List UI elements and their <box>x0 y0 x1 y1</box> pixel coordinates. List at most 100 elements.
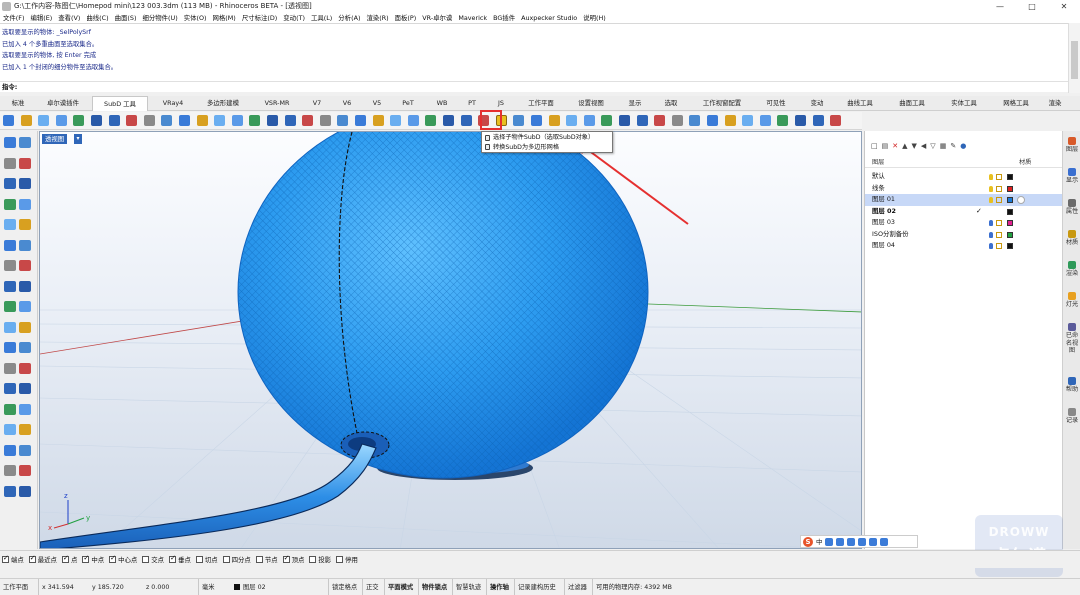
modeling-tool-icon[interactable] <box>19 342 31 353</box>
checkbox[interactable] <box>222 556 230 563</box>
subd-tool-icon[interactable] <box>355 115 366 126</box>
side-tab[interactable]: 记录 <box>1065 407 1079 425</box>
tab-js[interactable]: JS <box>492 96 510 111</box>
layer-color-swatch[interactable] <box>1007 185 1013 192</box>
subd-tool-icon[interactable] <box>531 115 542 126</box>
menu-curve[interactable]: 曲线(C) <box>86 13 108 22</box>
move-down-icon[interactable]: ▼ <box>912 142 917 150</box>
modeling-tool-icon[interactable] <box>19 403 31 415</box>
subd-tool-icon[interactable] <box>38 115 50 126</box>
command-prompt[interactable]: 指令: <box>0 81 1068 92</box>
layer-row[interactable]: 图层 01 <box>865 194 1062 206</box>
subd-tool-icon[interactable] <box>214 115 226 126</box>
layer-color-swatch[interactable] <box>1007 231 1013 238</box>
menu-surface[interactable]: 曲面(S) <box>115 13 137 22</box>
osnap-option[interactable]: 节点 <box>255 555 278 564</box>
tab-wb[interactable]: WB <box>430 96 454 111</box>
modeling-tool-icon[interactable] <box>4 198 16 210</box>
subd-tool-icon[interactable] <box>654 115 666 126</box>
subd-tool-icon[interactable] <box>143 115 155 126</box>
status-cplane[interactable]: 工作平面 <box>3 579 28 595</box>
modeling-tool-icon[interactable] <box>19 485 31 497</box>
modeling-tool-icon[interactable] <box>19 465 31 476</box>
tab-vsr-mr[interactable]: VSR-MR <box>256 96 298 111</box>
tab-display[interactable]: 显示 <box>620 96 650 111</box>
modeling-tool-icon[interactable] <box>4 321 16 333</box>
visibility-bulb-icon[interactable] <box>989 185 993 192</box>
tab-mesh-tools[interactable]: 网格工具 <box>994 96 1038 111</box>
status-smarttrack[interactable]: 智慧轨迹 <box>452 579 481 595</box>
side-tab[interactable]: 显示 <box>1065 168 1079 185</box>
modeling-tool-icon[interactable] <box>4 137 16 148</box>
osnap-option[interactable]: 顶点 <box>282 554 304 564</box>
maximize-button[interactable]: □ <box>1016 0 1048 12</box>
tab-vray4[interactable]: VRay4 <box>156 96 190 111</box>
ime-emoji-icon[interactable] <box>836 537 845 546</box>
subd-tool-icon[interactable] <box>126 115 138 126</box>
close-button[interactable]: ✕ <box>1048 0 1080 12</box>
checkbox[interactable] <box>169 554 177 563</box>
tab-v7[interactable]: V7 <box>306 96 328 111</box>
subd-tool-icon[interactable] <box>372 115 384 126</box>
tab-solid-tools[interactable]: 实体工具 <box>942 96 986 111</box>
subd-tool-icon[interactable] <box>337 115 349 126</box>
layer-material-swatch[interactable] <box>1017 196 1025 204</box>
menu-panels[interactable]: 面板(P) <box>395 13 417 22</box>
ime-toolbar[interactable]: S 中 <box>800 535 918 548</box>
subd-tool-icon[interactable] <box>443 115 454 126</box>
modeling-tool-icon[interactable] <box>4 219 16 230</box>
modeling-tool-icon[interactable] <box>4 424 16 435</box>
layer-row[interactable]: 默认 <box>865 171 1062 183</box>
lock-icon[interactable] <box>996 174 1002 180</box>
modeling-tool-icon[interactable] <box>19 219 31 230</box>
subd-tool-icon[interactable] <box>513 115 525 126</box>
modeling-tool-icon[interactable] <box>4 342 16 353</box>
subd-tool-icon[interactable] <box>619 115 630 126</box>
lock-icon[interactable] <box>996 220 1002 226</box>
lock-icon[interactable] <box>996 185 1002 192</box>
subd-tool-icon[interactable] <box>636 115 648 126</box>
layer-color-swatch[interactable] <box>1007 220 1013 226</box>
checkbox[interactable] <box>61 554 69 563</box>
status-filter[interactable]: 过滤器 <box>564 579 587 595</box>
checkbox[interactable] <box>142 556 150 563</box>
subd-tool-icon[interactable] <box>249 115 261 126</box>
new-layer-icon[interactable]: □ <box>871 142 878 150</box>
status-gumball[interactable]: 操作轴 <box>486 579 509 595</box>
checkbox[interactable] <box>282 554 290 563</box>
modeling-tool-icon[interactable] <box>19 157 31 169</box>
subd-tool-icon[interactable] <box>319 115 331 126</box>
modeling-tool-icon[interactable] <box>19 362 31 374</box>
status-grid-snap[interactable]: 锁定格点 <box>328 579 357 595</box>
modeling-tool-icon[interactable] <box>4 485 16 497</box>
checkbox[interactable] <box>309 556 317 563</box>
ime-keyboard-icon[interactable] <box>858 537 867 546</box>
modeling-tool-icon[interactable] <box>19 444 31 456</box>
modeling-tool-icon[interactable] <box>19 137 31 148</box>
subd-tool-icon[interactable] <box>3 115 14 126</box>
ime-punct-icon[interactable] <box>825 537 834 546</box>
menu-analyze[interactable]: 分析(A) <box>338 13 360 22</box>
modeling-tool-icon[interactable] <box>19 280 31 292</box>
subd-tool-icon[interactable] <box>724 115 736 126</box>
checkbox[interactable] <box>2 554 9 563</box>
visibility-bulb-icon[interactable] <box>989 243 993 249</box>
osnap-option[interactable]: 最近点 <box>28 554 57 564</box>
ime-tools-icon[interactable] <box>880 537 889 546</box>
layer-color-swatch[interactable] <box>1007 174 1013 180</box>
subd-tool-icon[interactable] <box>742 115 754 126</box>
menu-vr[interactable]: VR-卓尔谟 <box>422 13 452 22</box>
subd-tool-icon[interactable] <box>583 115 595 126</box>
visibility-bulb-icon[interactable] <box>989 220 993 226</box>
tab-select[interactable]: 选取 <box>656 96 686 111</box>
subd-tool-icon[interactable] <box>795 115 806 126</box>
layer-row[interactable]: ISO分割备份 <box>865 229 1062 241</box>
filter-icon[interactable]: ▽ <box>930 142 935 150</box>
subd-tool-icon[interactable] <box>548 115 560 126</box>
menu-subd[interactable]: 细分物件(U) <box>142 13 177 22</box>
scrollbar-thumb[interactable] <box>1071 41 1078 79</box>
delete-layer-icon[interactable]: ✕ <box>892 142 898 150</box>
tab-standard[interactable]: 标准 <box>4 96 32 111</box>
layer-color-swatch[interactable] <box>1007 243 1013 249</box>
ime-mode[interactable]: 中 <box>816 537 822 546</box>
